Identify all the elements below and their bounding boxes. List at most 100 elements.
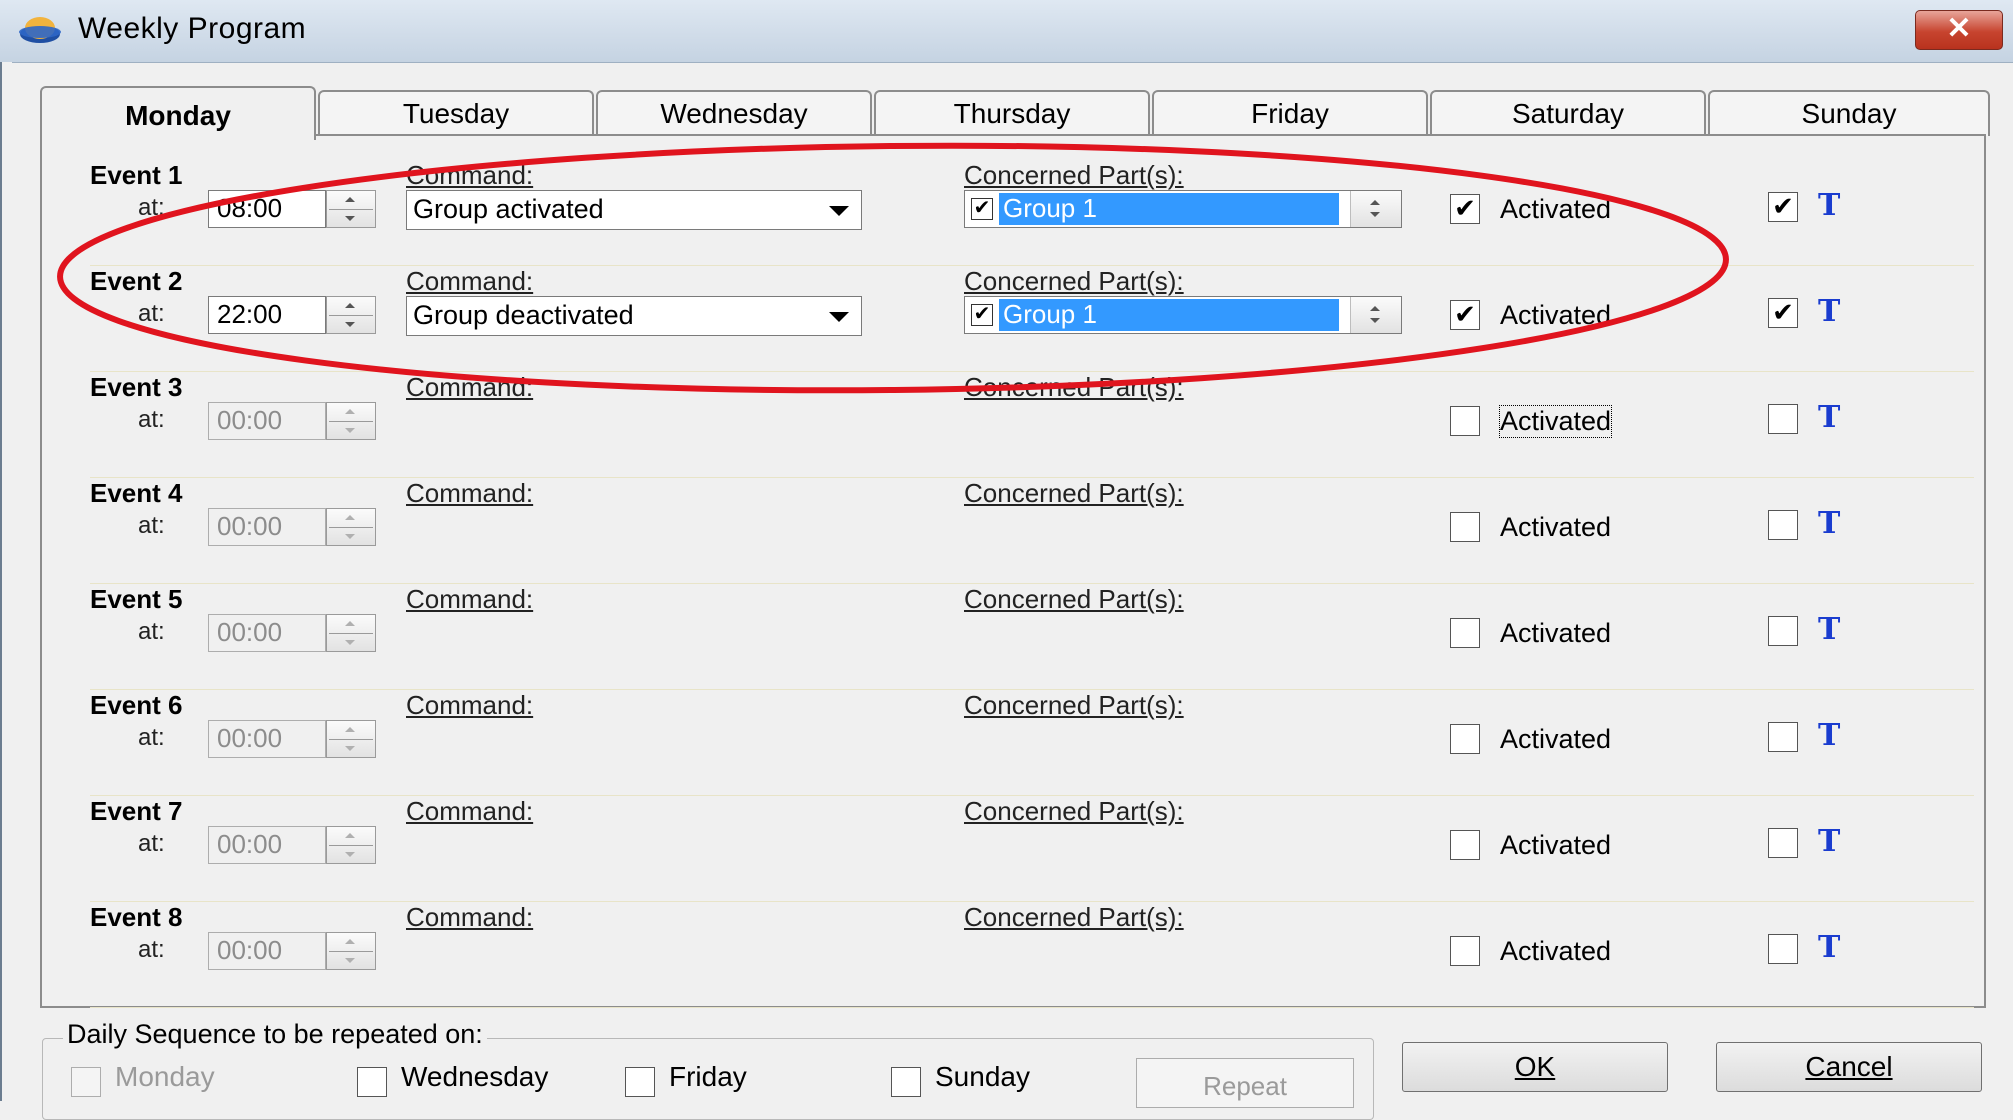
event-title: Event 6 [90,690,183,720]
activated-check[interactable]: ✔ [1450,300,1480,330]
spin-down-icon[interactable] [1370,318,1380,323]
concerned-parts-label: Concerned Part(s): [964,160,1184,190]
tab-sunday[interactable]: Sunday [1708,90,1990,136]
time-spin-buttons [326,720,376,758]
t-check[interactable] [1768,510,1798,540]
event-row: Event 5 at: 00:00 Command: Concerned Part(s)… [42,584,1988,690]
t-check[interactable]: ✔ [1768,298,1798,328]
t-check[interactable] [1768,616,1798,646]
time-input: 00:00 [208,720,326,758]
spin-up-icon[interactable] [1370,306,1380,311]
activated-check[interactable]: ✔ [1450,194,1480,224]
time-spin-buttons[interactable] [326,296,376,334]
activated-check[interactable] [1450,406,1480,436]
command-label: Command: [406,690,534,720]
concerned-parts-label: Concerned Part(s): [964,690,1184,720]
spin-down-icon[interactable] [345,216,355,221]
tab-monday[interactable]: Monday [40,86,316,140]
parts-spin-buttons[interactable] [1350,191,1401,227]
repeat-day-check[interactable] [891,1067,921,1097]
time-input[interactable]: 22:00 [208,296,326,334]
activated-label: Activated [1500,300,1612,330]
t-check[interactable]: ✔ [1768,192,1798,222]
t-icon: T [1818,930,1841,965]
time-input[interactable]: 08:00 [208,190,326,228]
time-spin-buttons [326,932,376,970]
time-input: 00:00 [208,826,326,864]
part-item[interactable]: Group 1 [999,299,1339,331]
command-select[interactable]: Group activated [406,190,862,230]
time-spinner[interactable]: 22:00 [208,296,378,334]
t-icon: T [1818,506,1841,541]
command-select[interactable]: Group deactivated [406,296,862,336]
time-spin-buttons[interactable] [326,190,376,228]
time-spinner[interactable]: 08:00 [208,190,378,228]
time-spinner: 00:00 [208,402,378,440]
concerned-parts-label: Concerned Part(s): [964,372,1184,402]
spin-up-icon [345,515,355,520]
window-title: Weekly Program [78,12,307,45]
tab-tuesday[interactable]: Tuesday [318,90,594,136]
ok-button[interactable]: OK [1402,1042,1668,1092]
command-value: Group activated [413,194,604,224]
chevron-down-icon[interactable] [829,312,849,322]
repeat-day-check[interactable] [357,1067,387,1097]
t-check[interactable] [1768,722,1798,752]
spin-down-icon [345,428,355,433]
tab-wednesday[interactable]: Wednesday [596,90,872,136]
t-check[interactable] [1768,934,1798,964]
tab-thursday[interactable]: Thursday [874,90,1150,136]
time-input: 00:00 [208,508,326,546]
command-label: Command: [406,266,534,296]
concerned-parts-label: Concerned Part(s): [964,266,1184,296]
part-checkbox[interactable]: ✔ [971,198,993,220]
spin-up-icon [345,939,355,944]
cancel-button-label: Cancel [1805,1051,1893,1082]
time-spin-buttons [326,508,376,546]
event-title: Event 2 [90,266,183,296]
activated-check[interactable] [1450,618,1480,648]
activated-check[interactable] [1450,512,1480,542]
repeat-day-label: Friday [669,1061,747,1092]
event-title: Event 1 [90,160,183,190]
spin-up-icon[interactable] [345,197,355,202]
repeat-day-check[interactable] [625,1067,655,1097]
tab-saturday[interactable]: Saturday [1430,90,1706,136]
activated-check[interactable] [1450,830,1480,860]
event-title: Event 4 [90,478,183,508]
tab-friday[interactable]: Friday [1152,90,1428,136]
command-label: Command: [406,478,534,508]
chevron-down-icon[interactable] [829,206,849,216]
event-row: Event 6 at: 00:00 Command: Concerned Part(s)… [42,690,1988,796]
time-spin-buttons [326,402,376,440]
event-separator [90,1007,1974,1008]
activated-check[interactable] [1450,724,1480,754]
time-input: 00:00 [208,932,326,970]
event-title: Event 7 [90,796,183,826]
spin-down-icon[interactable] [1370,212,1380,217]
repeat-day-label: Sunday [935,1061,1030,1092]
time-input: 00:00 [208,402,326,440]
spin-down-icon[interactable] [345,322,355,327]
part-item[interactable]: Group 1 [999,193,1339,225]
parts-spin-buttons[interactable] [1350,297,1401,333]
concerned-parts-label: Concerned Part(s): [964,796,1184,826]
at-label: at: [138,618,165,645]
concerned-parts-label: Concerned Part(s): [964,478,1184,508]
spin-up-icon[interactable] [345,303,355,308]
spin-down-icon [345,852,355,857]
activated-label: Activated [1500,194,1612,224]
t-check[interactable] [1768,828,1798,858]
cancel-button[interactable]: Cancel [1716,1042,1982,1092]
part-checkbox[interactable]: ✔ [971,304,993,326]
concerned-parts-label: Concerned Part(s): [964,902,1184,932]
activated-label: Activated [1500,830,1612,860]
close-button[interactable]: ✕ [1915,10,2003,50]
t-check[interactable] [1768,404,1798,434]
concerned-parts-list[interactable]: ✔ Group 1 [964,296,1402,334]
at-label: at: [138,936,165,963]
concerned-parts-list[interactable]: ✔ Group 1 [964,190,1402,228]
activated-check[interactable] [1450,936,1480,966]
spin-up-icon[interactable] [1370,200,1380,205]
event-row: Event 4 at: 00:00 Command: Concerned Part(s)… [42,478,1988,584]
